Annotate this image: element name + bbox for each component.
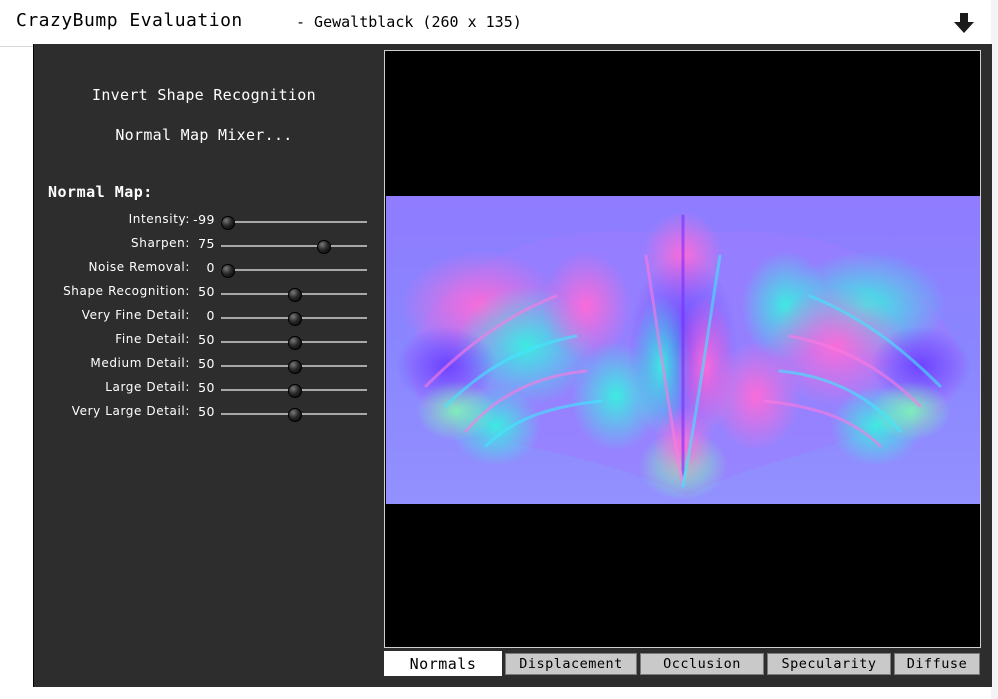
slider-label: Large Detail: <box>105 380 190 394</box>
slider-thumb[interactable] <box>288 384 302 398</box>
slider-row: Intensity: -99 <box>34 212 374 232</box>
slider-value: 50 <box>198 404 215 419</box>
slider-value: 50 <box>198 332 215 347</box>
slider-value: 0 <box>206 260 215 275</box>
normal-map-preview-image <box>386 196 980 504</box>
slider-track[interactable] <box>221 336 367 350</box>
slider-track[interactable] <box>221 312 367 326</box>
normal-map-section-title: Normal Map: <box>48 183 153 201</box>
slider-label: Very Large Detail: <box>71 404 190 418</box>
slider-label: Sharpen: <box>131 236 190 250</box>
slider-row: Very Fine Detail: 0 <box>34 308 374 328</box>
slider-value: -99 <box>193 212 215 227</box>
slider-thumb[interactable] <box>288 312 302 326</box>
slider-track[interactable] <box>221 288 367 302</box>
tab-diffuse[interactable]: Diffuse <box>894 653 980 675</box>
slider-track[interactable] <box>221 264 367 278</box>
slider-row: Medium Detail: 50 <box>34 356 374 376</box>
slider-value: 50 <box>198 356 215 371</box>
slider-value: 0 <box>206 308 215 323</box>
slider-thumb[interactable] <box>288 408 302 422</box>
view-tabs: Normals Displacement Occlusion Specularity D… <box>384 651 982 676</box>
window-edge <box>991 0 998 699</box>
slider-row: Very Large Detail: 50 <box>34 404 374 424</box>
app-title: CrazyBump Evaluation <box>16 10 243 31</box>
slider-track[interactable] <box>221 240 367 254</box>
slider-label: Noise Removal: <box>88 260 190 274</box>
slider-track[interactable] <box>221 216 367 230</box>
slider-track[interactable] <box>221 408 367 422</box>
invert-shape-recognition-button[interactable]: Invert Shape Recognition <box>34 86 374 104</box>
slider-label: Fine Detail: <box>115 332 190 346</box>
title-bar: CrazyBump Evaluation - Gewaltblack (260 … <box>0 0 998 47</box>
slider-row: Noise Removal: 0 <box>34 260 374 280</box>
tab-occlusion[interactable]: Occlusion <box>640 653 764 675</box>
slider-value: 50 <box>198 284 215 299</box>
preview-viewport[interactable] <box>384 50 981 648</box>
slider-label: Medium Detail: <box>90 356 190 370</box>
slider-label: Intensity: <box>128 212 190 226</box>
slider-thumb[interactable] <box>288 336 302 350</box>
slider-row: Sharpen: 75 <box>34 236 374 256</box>
slider-row: Fine Detail: 50 <box>34 332 374 352</box>
slider-label: Shape Recognition: <box>63 284 190 298</box>
tab-specularity[interactable]: Specularity <box>767 653 891 675</box>
tab-displacement[interactable]: Displacement <box>505 653 637 675</box>
slider-label: Very Fine Detail: <box>81 308 190 322</box>
slider-thumb[interactable] <box>221 264 235 278</box>
slider-thumb[interactable] <box>317 240 332 254</box>
download-arrow-icon[interactable] <box>951 10 977 36</box>
slider-value: 75 <box>198 236 215 251</box>
normal-map-mixer-button[interactable]: Normal Map Mixer... <box>34 126 374 144</box>
document-title: - Gewaltblack (260 x 135) <box>296 13 522 31</box>
slider-row: Shape Recognition: 50 <box>34 284 374 304</box>
slider-thumb[interactable] <box>221 216 235 230</box>
tab-normals[interactable]: Normals <box>384 651 502 676</box>
slider-track[interactable] <box>221 384 367 398</box>
slider-thumb[interactable] <box>288 288 302 302</box>
slider-row: Large Detail: 50 <box>34 380 374 400</box>
slider-thumb[interactable] <box>288 360 302 374</box>
slider-track[interactable] <box>221 360 367 374</box>
slider-value: 50 <box>198 380 215 395</box>
